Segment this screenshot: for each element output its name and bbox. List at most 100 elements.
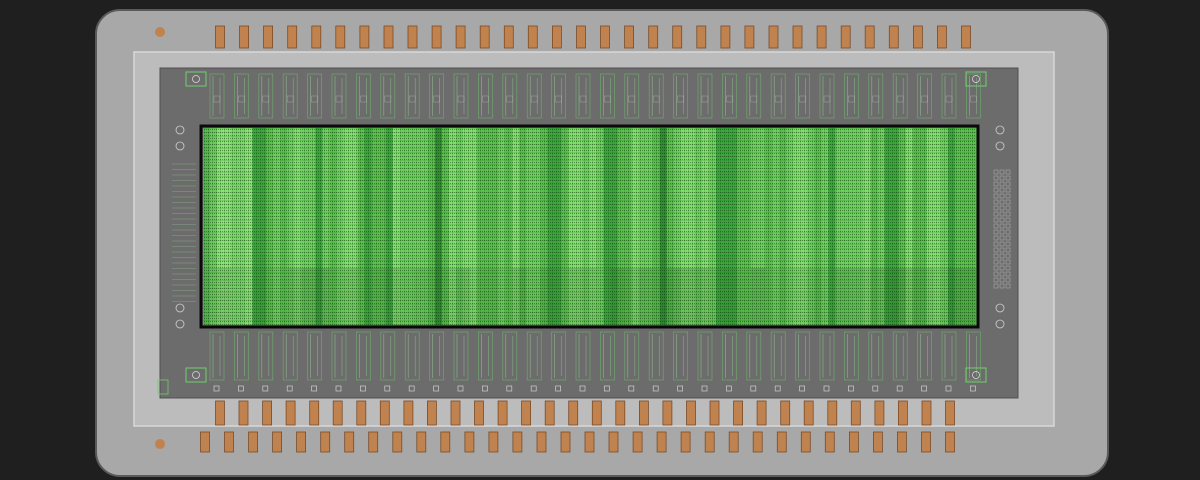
pin-bottom-inner-21 [686,400,696,426]
core-logic-array [199,124,980,329]
pin-bottom-outer-2 [224,431,234,453]
pin-top-23 [744,25,755,49]
pin-top-18 [624,25,634,49]
pin-bottom-inner-28 [850,400,861,426]
pin-bottom-outer-5 [296,431,307,453]
pin-bottom-inner-32 [945,400,955,426]
pin-bottom-inner-6 [332,400,343,426]
pin-bottom-outer-21 [680,431,691,453]
pin-bottom-inner-3 [262,400,273,426]
pin-top-3 [263,25,274,49]
pin-top-4 [287,25,298,49]
pin-bottom-inner-5 [309,400,320,426]
chip-layout-canvas [0,0,1200,480]
fiducial-marker-top-left [155,27,165,37]
pin-top-19 [648,25,659,49]
pin-bottom-outer-23 [728,431,739,453]
pin-bottom-outer-17 [584,431,595,453]
pin-bottom-outer-12 [464,431,475,453]
pin-top-20 [672,25,683,49]
pin-bottom-outer-19 [632,431,643,453]
pin-bottom-inner-16 [568,400,579,426]
pin-top-21 [696,25,707,49]
pin-top-9 [407,25,418,49]
pin-bottom-outer-29 [873,431,883,453]
pin-bottom-inner-25 [780,400,791,426]
pin-bottom-outer-25 [776,431,787,453]
pin-bottom-outer-10 [416,431,427,453]
chip-layout-diagram [95,9,1109,477]
pin-bottom-outer-16 [560,431,571,453]
pin-bottom-inner-7 [356,400,367,426]
pin-bottom-outer-7 [344,431,355,453]
pin-bottom-outer-1 [200,431,210,453]
pin-bottom-inner-12 [474,400,484,426]
pin-top-16 [576,25,586,49]
pin-top-27 [840,25,851,49]
pin-bottom-inner-14 [521,400,531,426]
pin-top-11 [455,25,466,49]
pin-bottom-inner-20 [662,400,673,426]
pin-top-29 [888,25,899,49]
pin-bottom-inner-10 [426,400,437,426]
pin-bottom-outer-11 [440,431,451,453]
pin-top-25 [792,25,803,49]
pin-bottom-outer-31 [921,431,931,453]
pin-bottom-outer-32 [945,431,955,453]
pin-bottom-outer-26 [800,431,811,453]
pin-top-31 [937,25,947,49]
pin-bottom-outer-13 [488,431,499,453]
pin-top-15 [552,25,562,49]
pin-bottom-inner-13 [497,400,508,426]
pin-top-28 [864,25,875,49]
pin-bottom-inner-18 [615,400,626,426]
pin-top-2 [239,25,250,49]
fiducial-marker-bottom-left [155,439,165,449]
pin-bottom-outer-18 [608,431,619,453]
pin-top-7 [359,25,370,49]
pin-top-13 [503,25,514,49]
pin-bottom-inner-19 [639,400,649,426]
pin-top-8 [383,25,394,49]
pin-bottom-outer-22 [704,431,715,453]
pin-bottom-inner-15 [544,400,555,426]
pin-bottom-inner-4 [285,400,296,426]
pin-bottom-outer-9 [392,431,403,453]
pin-bottom-inner-22 [709,400,720,426]
pin-bottom-inner-17 [591,400,602,426]
pin-bottom-inner-24 [756,400,767,426]
pin-top-5 [311,25,322,49]
pin-bottom-inner-29 [874,400,885,426]
pin-bottom-inner-23 [733,400,743,426]
pin-bottom-outer-14 [512,431,523,453]
pin-bottom-inner-31 [921,400,932,426]
pin-bottom-outer-8 [368,431,379,453]
pin-bottom-inner-30 [898,400,908,426]
pin-bottom-inner-8 [379,400,390,426]
pin-top-22 [720,25,731,49]
pin-top-10 [431,25,442,49]
pin-bottom-inner-9 [403,400,414,426]
pin-bottom-outer-15 [536,431,547,453]
pin-top-24 [768,25,779,49]
core-fine-overlay [203,128,976,325]
pin-top-6 [335,25,346,49]
pin-bottom-outer-28 [849,431,859,453]
pin-bottom-outer-30 [897,431,907,453]
pin-top-1 [215,25,225,49]
pin-bottom-outer-4 [272,431,283,453]
pin-bottom-inner-26 [803,400,814,426]
pin-bottom-inner-1 [215,400,225,426]
pin-top-30 [913,25,923,49]
pin-bottom-inner-27 [827,400,838,426]
pin-bottom-outer-24 [752,431,763,453]
pin-top-12 [479,25,490,49]
pin-bottom-outer-20 [656,431,667,453]
pin-top-32 [961,25,971,49]
pin-bottom-outer-3 [248,431,259,453]
pin-bottom-inner-2 [238,400,249,426]
pin-bottom-outer-27 [824,431,835,453]
pin-top-14 [527,25,538,49]
pin-bottom-outer-6 [320,431,331,453]
pin-bottom-inner-11 [450,400,461,426]
